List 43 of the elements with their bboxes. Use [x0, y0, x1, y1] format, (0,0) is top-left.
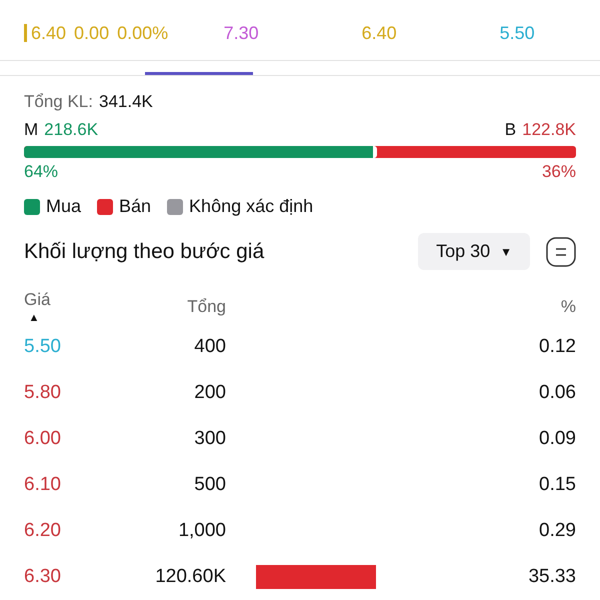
price-cell-text: 6.20	[24, 520, 62, 542]
price-cell-text: 5.80	[24, 382, 62, 404]
price-cell-text: 6.30	[24, 566, 62, 588]
price-level: 7.30	[222, 22, 260, 44]
total-cell-text: 300	[193, 428, 226, 450]
total-label: Tổng KL:	[24, 92, 93, 112]
sell-percent: 36%	[542, 162, 576, 182]
total-volume: 341.4K	[99, 92, 153, 112]
total-cell-text: 500	[193, 474, 226, 496]
section-title: Khối lượng theo bước giá	[24, 240, 266, 264]
total-cell-text: 200	[193, 382, 226, 404]
menu-icon[interactable]	[546, 236, 576, 266]
column-header: %	[560, 297, 576, 317]
percent-cell-text: 35.33	[527, 566, 576, 588]
buy-label: M	[24, 120, 38, 140]
legend-label: Bán	[119, 196, 152, 217]
price-level: 6.40	[360, 22, 398, 44]
percent-cell-text: 0.12	[538, 336, 576, 358]
price-cell-text: 6.10	[24, 474, 62, 496]
total-cell-text: 120.60K	[154, 566, 226, 588]
legend-label: Không xác định	[189, 196, 314, 217]
column-header[interactable]: Giá	[24, 290, 50, 309]
percent-cell-text: 0.15	[538, 474, 576, 496]
percent-cell-text: 0.06	[538, 382, 576, 404]
caret-icon: ▼	[500, 244, 512, 258]
buy-percent: 64%	[24, 162, 58, 182]
column-header: Tổng	[186, 297, 226, 317]
sort-icon: ▲	[24, 312, 44, 324]
top-dropdown[interactable]: Top 30 ▼	[418, 233, 530, 270]
percent-cell-text: 0.29	[538, 520, 576, 542]
price-change-percent: 0.00%	[117, 22, 168, 44]
legend-label: Mua	[46, 196, 82, 217]
price-value: 6.40	[31, 22, 66, 44]
sell-label: B	[504, 120, 516, 140]
percent-cell-text: 0.09	[538, 428, 576, 450]
sell-volume: 122.8K	[522, 120, 576, 140]
price-cell-text: 6.00	[24, 428, 62, 450]
price-level: 5.50	[498, 22, 536, 44]
total-cell-text: 1,000	[177, 520, 226, 542]
price-cell-text: 5.50	[24, 336, 62, 358]
price-change: 0.00	[74, 22, 110, 44]
total-cell-text: 400	[193, 336, 226, 358]
buy-volume: 218.6K	[44, 120, 98, 140]
